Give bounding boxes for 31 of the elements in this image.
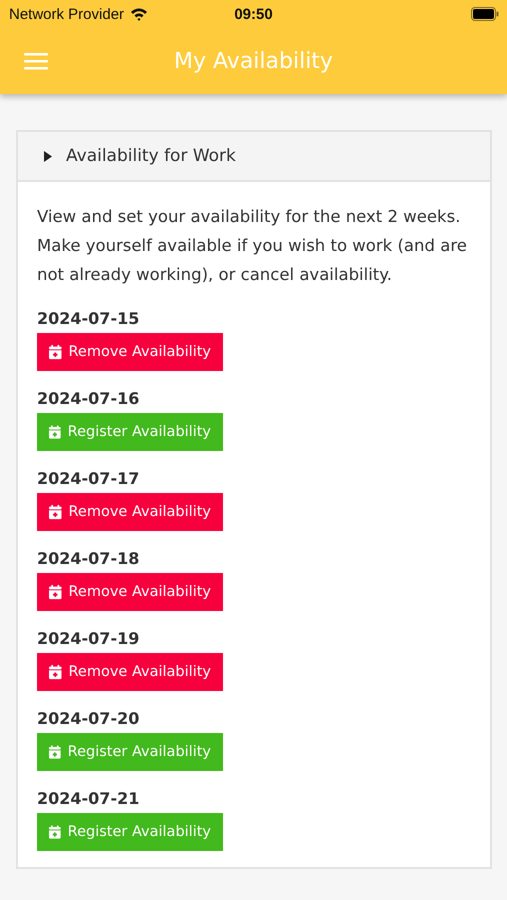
panel-title: Availability for Work [66,146,236,166]
calendar-plus-icon [49,424,61,440]
register-availability-button[interactable]: Register Availability [37,413,223,451]
caret-icon [44,150,52,162]
menu-icon[interactable] [24,52,48,70]
calendar-plus-icon [49,584,62,600]
carrier-name: Network Provider [9,6,124,22]
battery-icon [471,7,499,21]
calendar-plus-icon [49,344,62,360]
date-label: 2024-07-21 [37,788,140,810]
register-availability-button[interactable]: Register Availability [37,813,223,851]
remove-availability-button[interactable]: Remove Availability [37,573,223,611]
calendar-plus-icon [49,744,61,760]
date-label: 2024-07-20 [37,708,140,730]
wifi-icon [130,7,148,21]
date-label: 2024-07-16 [37,388,140,410]
remove-availability-button[interactable]: Remove Availability [37,493,223,531]
date-label: 2024-07-17 [37,468,140,490]
remove-availability-button[interactable]: Remove Availability [37,333,223,371]
calendar-plus-icon [49,504,62,520]
register-availability-button[interactable]: Register Availability [37,733,223,771]
date-label: 2024-07-18 [37,548,140,570]
calendar-plus-icon [49,824,61,840]
calendar-plus-icon [49,664,62,680]
status-time: 09:50 [233,6,274,22]
description-text: View and set your availability for the next 2 weeks. Make yourself available if you wish to work (and are not already working), or cancel availability. [37,206,468,286]
remove-availability-button[interactable]: Remove Availability [37,653,223,691]
date-label: 2024-07-19 [37,628,140,650]
page-title: My Availability [174,48,333,74]
date-label: 2024-07-15 [37,308,140,330]
panel-header[interactable]: Availability for Work [18,132,490,182]
